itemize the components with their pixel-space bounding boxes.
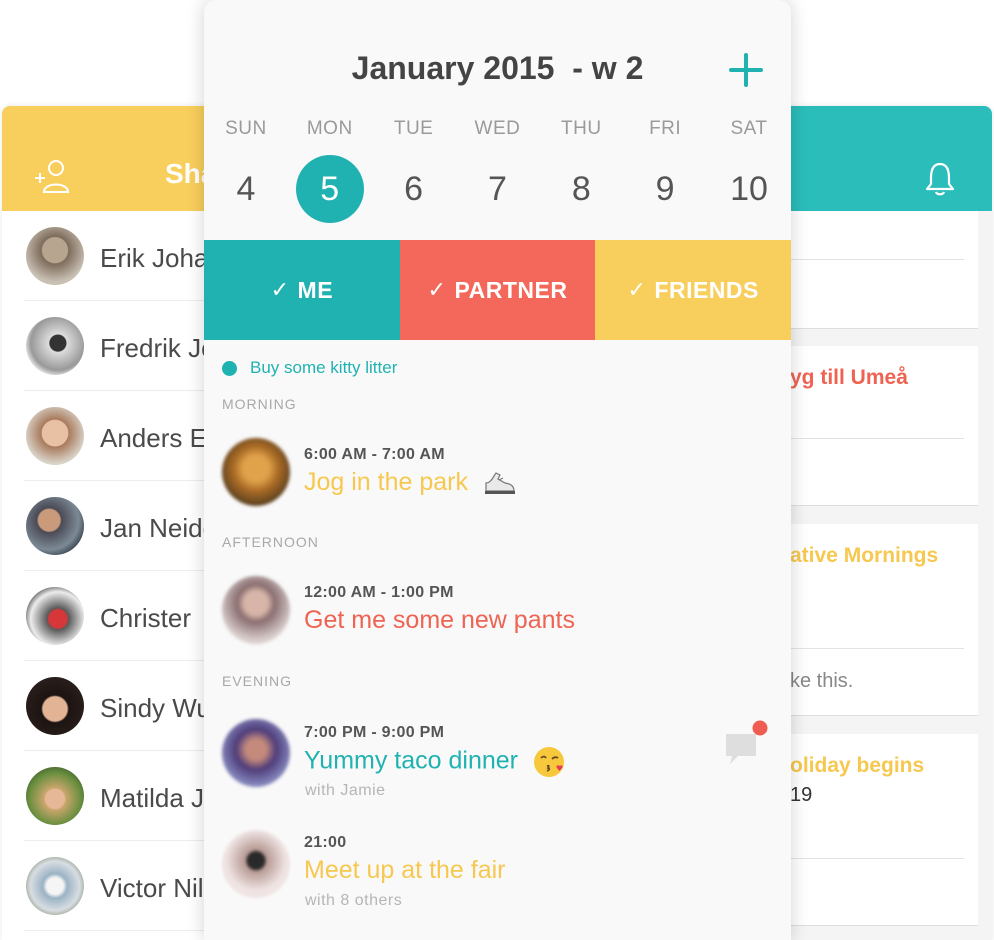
date-cell[interactable]: 6 <box>372 155 456 223</box>
checkmark-icon: ✓ <box>270 277 290 302</box>
date-row: 4 5 6 7 8 9 10 <box>204 155 791 223</box>
event-title: Meet up at the fair <box>304 856 506 884</box>
filter-bar: ✓ ME ✓ PARTNER ✓ FRIENDS <box>204 240 791 340</box>
section-afternoon: AFTERNOON <box>222 534 319 550</box>
event-item[interactable]: 21:00 Meet up at the fair with 8 others <box>204 826 791 916</box>
event-card-title: yg till Umeå <box>790 366 908 389</box>
event-card-text: ke this. <box>790 670 854 692</box>
date-number: 7 <box>487 169 507 208</box>
avatar <box>222 719 290 787</box>
calendar-title: January 2015 - w 2 <box>351 50 644 86</box>
app-stage: Sha Erik Johansson Fredrik Jonsson Ander… <box>0 0 994 940</box>
event-title: Jog in the park <box>304 468 517 497</box>
event-card[interactable]: ative Mornings ke this. <box>760 524 978 716</box>
date-number: 5 <box>295 155 364 223</box>
event-card[interactable]: yg till Umeå <box>760 346 978 506</box>
event-card[interactable] <box>760 211 978 329</box>
event-time: 12:00 AM - 1:00 PM <box>304 584 454 601</box>
event-title: Yummy taco dinner <box>304 746 565 778</box>
avatar <box>26 317 84 375</box>
bell-icon[interactable] <box>920 158 960 198</box>
contact-name: Anders Ek <box>100 423 220 453</box>
event-time: 21:00 <box>304 834 347 851</box>
notifications-panel: yg till Umeå ative Mornings ke this. oli… <box>760 106 992 940</box>
date-cell-selected[interactable]: 5 <box>288 155 372 223</box>
weekday-label: SAT <box>730 118 768 139</box>
event-title-text: Yummy taco dinner <box>304 746 518 775</box>
event-time: 6:00 AM - 7:00 AM <box>304 446 445 463</box>
divider <box>780 438 964 439</box>
contact-name: Sindy Wu <box>100 693 211 723</box>
avatar <box>26 227 84 285</box>
event-item[interactable]: 7:00 PM - 9:00 PM Yummy taco dinner with… <box>204 716 791 806</box>
date-cell[interactable]: 9 <box>623 155 707 223</box>
date-number: 10 <box>730 169 768 208</box>
divider <box>780 858 964 859</box>
weekday-label: MON <box>306 118 353 139</box>
date-number: 9 <box>655 169 675 208</box>
add-user-icon[interactable] <box>32 156 72 196</box>
date-cell[interactable]: 8 <box>539 155 623 223</box>
todo-dot-icon <box>222 360 237 376</box>
weekday-label: TUE <box>393 118 434 139</box>
event-title: Get me some new pants <box>304 606 575 634</box>
event-item[interactable]: 6:00 AM - 7:00 AM Jog in the park <box>204 438 791 518</box>
todo-text: Buy some kitty litter <box>250 358 398 377</box>
weekday-label: SUN <box>225 118 267 139</box>
filter-friends-toggle[interactable]: ✓ FRIENDS <box>595 240 791 340</box>
calendar-card: January 2015 - w 2 SUN MON TUE WED THU F… <box>204 0 791 940</box>
filter-label: FRIENDS <box>654 276 759 303</box>
avatar <box>222 576 290 644</box>
weekday-label: WED <box>474 118 521 139</box>
date-cell[interactable]: 10 <box>707 155 791 223</box>
date-number: 4 <box>236 169 256 208</box>
add-event-button[interactable] <box>728 52 764 88</box>
event-card-title: oliday begins <box>790 754 925 777</box>
avatar <box>222 830 290 898</box>
date-number: 8 <box>571 169 591 208</box>
contact-name: Matilda J <box>100 783 205 813</box>
avatar <box>26 767 84 825</box>
todo-item[interactable]: Buy some kitty litter <box>222 358 397 378</box>
filter-partner-toggle[interactable]: ✓ PARTNER <box>399 240 596 340</box>
kiss-face-icon <box>533 747 564 777</box>
weekday-label: FRI <box>649 118 682 139</box>
weekday-label: THU <box>561 118 602 139</box>
filter-me-toggle[interactable]: ✓ ME <box>204 240 400 340</box>
avatar <box>26 407 84 465</box>
filter-label: PARTNER <box>454 276 568 303</box>
event-item[interactable]: 12:00 AM - 1:00 PM Get me some new pants <box>204 576 791 656</box>
notifications-header <box>760 106 992 211</box>
event-attendees: with Jamie <box>305 782 386 799</box>
divider <box>780 648 964 649</box>
event-card-text: 19 <box>790 784 813 806</box>
filter-label: ME <box>297 276 334 303</box>
comment-icon[interactable] <box>724 720 768 766</box>
sneaker-icon <box>484 472 515 495</box>
avatar <box>222 438 290 506</box>
checkmark-icon: ✓ <box>627 277 647 302</box>
date-number: 6 <box>404 169 424 208</box>
event-title-text: Jog in the park <box>304 468 468 496</box>
section-morning: MORNING <box>222 396 297 412</box>
avatar <box>26 497 84 555</box>
contact-name: Christer <box>100 603 192 633</box>
checkmark-icon: ✓ <box>427 277 447 302</box>
event-attendees: with 8 others <box>305 892 403 909</box>
avatar <box>26 857 84 915</box>
section-evening: EVENING <box>222 673 293 689</box>
event-card-title: ative Mornings <box>790 544 939 567</box>
event-time: 7:00 PM - 9:00 PM <box>304 724 445 741</box>
event-card[interactable]: oliday begins 19 <box>760 734 978 926</box>
divider <box>780 259 964 260</box>
weekday-row: SUN MON TUE WED THU FRI SAT <box>204 118 791 140</box>
avatar <box>26 677 84 735</box>
date-cell[interactable]: 7 <box>456 155 540 223</box>
avatar <box>26 587 84 645</box>
date-cell[interactable]: 4 <box>204 155 288 223</box>
